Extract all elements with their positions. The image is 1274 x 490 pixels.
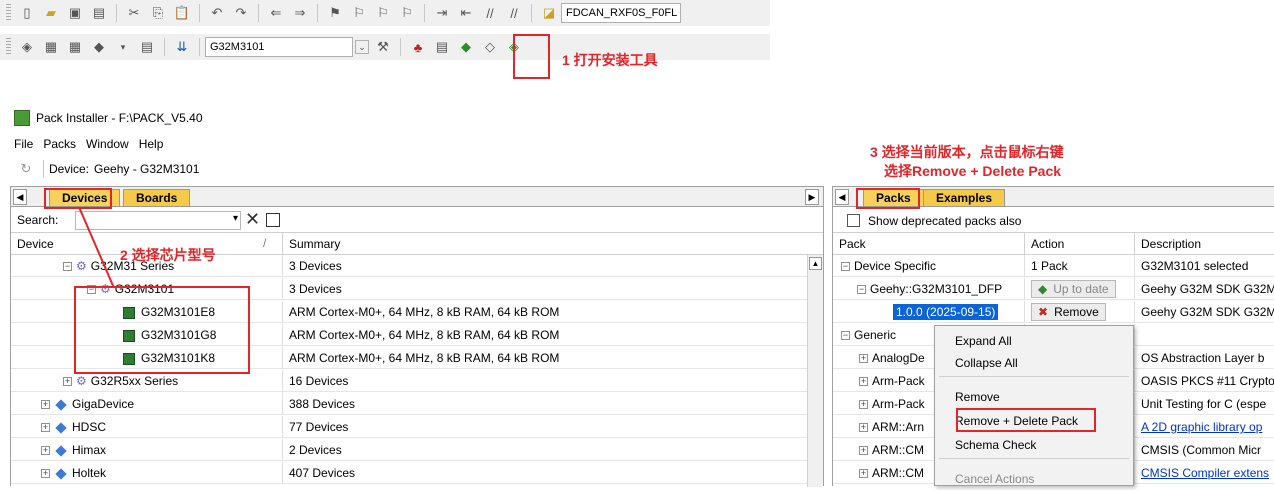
tab-examples[interactable]: Examples [923, 189, 1006, 207]
expand-icon[interactable]: + [859, 446, 868, 456]
col-description[interactable]: Description [1135, 233, 1274, 255]
pack-description: Unit Testing for C (espe [1141, 397, 1267, 411]
pack-name: Arm-Pack [872, 374, 925, 388]
pack-description: G32M3101 selected [1141, 259, 1249, 273]
menu-separator [939, 376, 1129, 377]
pack-description: CMSIS (Common Micr [1141, 443, 1262, 457]
action-label: Remove [1054, 305, 1099, 319]
remove-delete-highlight [956, 408, 1096, 432]
deprecated-label: Show deprecated packs also [868, 213, 1022, 228]
expand-icon[interactable]: + [859, 400, 868, 410]
menu-collapse-all[interactable]: Collapse All [935, 352, 1133, 374]
pack-description[interactable]: CMSIS Compiler extens [1135, 462, 1274, 484]
expand-icon[interactable]: + [859, 423, 868, 433]
deprecated-row: Show deprecated packs also [833, 209, 1274, 233]
pack-row[interactable]: − Geehy::G32M3101_DFP ◆ Up to date Geehy G32… [833, 278, 1274, 300]
pack-action: 1 Pack [1025, 255, 1135, 277]
pack-description[interactable]: A 2D graphic library op [1135, 416, 1274, 438]
deprecated-checkbox[interactable] [847, 214, 860, 227]
col-action[interactable]: Action [1025, 233, 1135, 255]
pack-row[interactable]: 1.0.0 (2025-09-15) ✖ Remove Geehy G32M SDK … [833, 301, 1274, 323]
expand-icon[interactable]: + [859, 377, 868, 387]
pack-description: OS Abstraction Layer b [1141, 351, 1265, 365]
pack-description [1135, 324, 1274, 346]
pack-description: OASIS PKCS #11 Crypto [1141, 374, 1274, 388]
pack-name: Arm-Pack [872, 397, 925, 411]
menu-separator [939, 458, 1129, 459]
remove-icon: ✖ [1038, 305, 1049, 319]
scroll-left-icon[interactable]: ◀ [835, 189, 849, 205]
pack-name: AnalogDe [872, 351, 925, 365]
col-pack[interactable]: Pack [833, 233, 1025, 255]
up-to-date-button[interactable]: ◆ Up to date [1031, 280, 1116, 298]
pack-name: ARM::CM [872, 443, 924, 457]
collapse-icon[interactable]: − [857, 285, 866, 295]
expand-icon[interactable]: + [859, 354, 868, 364]
menu-expand-all[interactable]: Expand All [935, 330, 1133, 352]
remove-button[interactable]: ✖ Remove [1031, 303, 1106, 321]
pack-description: Geehy G32M SDK G32M [1141, 305, 1274, 319]
collapse-icon[interactable]: − [841, 262, 850, 272]
pack-description: Geehy G32M SDK G32M [1141, 282, 1274, 296]
pack-name: Geehy::G32M3101_DFP [870, 282, 1003, 296]
pack-name: 1.0.0 (2025-09-15) [893, 304, 999, 320]
pack-name: ARM::CM [872, 466, 924, 480]
menu-remove[interactable]: Remove [935, 386, 1133, 408]
pack-name: Generic [854, 328, 897, 342]
menu-cancel-actions[interactable]: Cancel Actions [935, 468, 1133, 490]
up-to-date-icon: ◆ [1038, 282, 1048, 296]
action-label: Up to date [1053, 282, 1109, 296]
pack-name: Device Specific [854, 259, 937, 273]
pack-name: ARM::Arn [872, 420, 925, 434]
collapse-icon[interactable]: − [841, 331, 850, 341]
packs-tab-highlight [856, 188, 920, 209]
pack-row[interactable]: − Device Specific 1 Pack G32M3101 selected [833, 255, 1274, 277]
menu-schema-check[interactable]: Schema Check [935, 434, 1133, 456]
context-menu: Expand All Collapse All Remove Remove + Del… [934, 325, 1134, 486]
packs-header: Pack Action Description [833, 233, 1274, 255]
expand-icon[interactable]: + [859, 469, 868, 479]
